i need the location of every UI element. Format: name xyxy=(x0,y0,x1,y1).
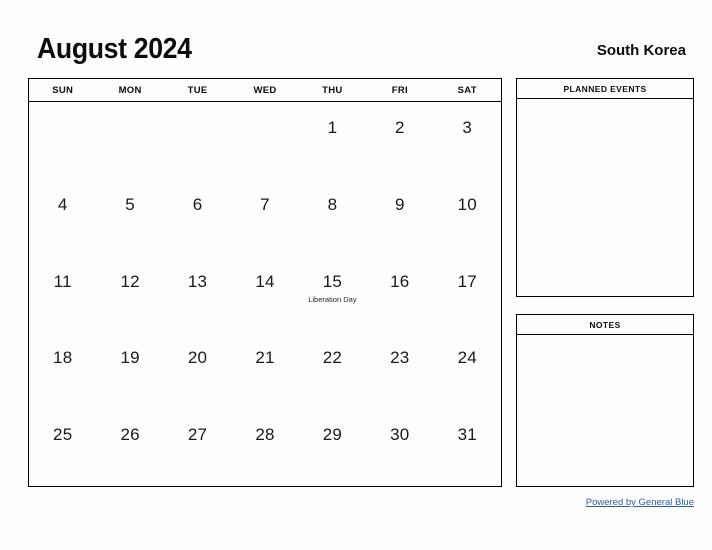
day-cell[interactable]: 29 xyxy=(299,409,366,486)
day-cell[interactable]: 13 xyxy=(164,256,231,333)
planned-events-title: PLANNED EVENTS xyxy=(517,79,693,99)
day-cell[interactable]: 10 xyxy=(434,179,501,256)
day-number: 27 xyxy=(187,425,208,445)
day-cell[interactable]: 20 xyxy=(164,332,231,409)
calendar-page: August 2024 South Korea SUN MON TUE WED THU F… xyxy=(0,0,712,550)
day-cell[interactable]: 14 xyxy=(231,256,298,333)
day-cell[interactable]: 15 Liberation Day xyxy=(299,256,366,333)
day-number: 2 xyxy=(394,118,405,137)
notes-body[interactable] xyxy=(517,335,693,486)
day-number: 23 xyxy=(390,348,410,368)
day-number: 28 xyxy=(255,425,275,445)
day-cell[interactable]: 23 xyxy=(366,332,433,409)
day-number: 5 xyxy=(125,194,135,214)
notes-title: NOTES xyxy=(517,315,693,335)
day-number: 3 xyxy=(462,118,473,137)
notes-panel: NOTES xyxy=(516,314,694,487)
day-cell[interactable]: 1 xyxy=(299,102,366,179)
day-number: 14 xyxy=(255,271,275,291)
week-row: 25 26 27 28 29 30 31 xyxy=(29,409,501,486)
day-number: 19 xyxy=(120,348,140,368)
day-number: 21 xyxy=(255,348,275,368)
region-label: South Korea xyxy=(596,42,686,59)
day-number: 31 xyxy=(457,425,477,445)
day-cell[interactable]: 4 xyxy=(29,179,96,256)
weekday-mon: MON xyxy=(118,84,142,96)
day-cell-empty xyxy=(231,102,298,179)
day-cell[interactable]: 7 xyxy=(231,179,298,256)
day-cell[interactable]: 5 xyxy=(96,179,163,256)
day-number: 15 xyxy=(322,271,343,291)
weekday-sat: SAT xyxy=(457,84,477,96)
day-cell[interactable]: 17 xyxy=(434,256,501,333)
day-number: 30 xyxy=(390,425,410,445)
day-cell[interactable]: 2 xyxy=(366,102,433,179)
day-cell[interactable]: 30 xyxy=(366,409,433,486)
day-number: 24 xyxy=(457,348,477,368)
day-cell[interactable]: 19 xyxy=(96,332,163,409)
week-row: 1 2 3 xyxy=(29,102,501,179)
day-cell-empty xyxy=(29,102,96,179)
weekday-fri: FRI xyxy=(391,84,408,96)
day-number: 11 xyxy=(53,271,72,291)
day-number: 4 xyxy=(57,194,68,214)
day-cell[interactable]: 12 xyxy=(96,256,163,333)
day-number: 20 xyxy=(187,348,208,368)
day-number: 6 xyxy=(192,194,203,214)
day-cell[interactable]: 31 xyxy=(434,409,501,486)
week-row: 4 5 6 7 8 9 10 xyxy=(29,179,501,256)
day-cell[interactable]: 8 xyxy=(299,179,366,256)
page-title: August 2024 xyxy=(37,33,192,65)
day-cell-empty xyxy=(96,102,163,179)
day-event-label: Liberation Day xyxy=(308,294,357,304)
week-row: 18 19 20 21 22 23 24 xyxy=(29,332,501,409)
week-row: 11 12 13 14 15 Liberation Day 16 17 xyxy=(29,256,501,333)
day-number: 8 xyxy=(327,194,338,214)
day-number: 13 xyxy=(187,271,208,291)
day-cell[interactable]: 9 xyxy=(366,179,433,256)
day-cell-empty xyxy=(164,102,231,179)
day-number: 16 xyxy=(390,271,410,291)
day-number: 17 xyxy=(457,271,477,291)
day-cell[interactable]: 25 xyxy=(29,409,96,486)
day-cell[interactable]: 26 xyxy=(96,409,163,486)
day-number: 18 xyxy=(53,348,73,368)
day-cell[interactable]: 27 xyxy=(164,409,231,486)
day-number: 25 xyxy=(53,425,73,445)
weekday-header-row: SUN MON TUE WED THU FRI SAT xyxy=(29,79,501,102)
day-number: 12 xyxy=(120,271,140,291)
day-cell[interactable]: 21 xyxy=(231,332,298,409)
day-number: 9 xyxy=(394,194,405,214)
planned-events-body[interactable] xyxy=(517,99,693,296)
day-number: 26 xyxy=(120,425,140,445)
weekday-thu: THU xyxy=(322,84,343,96)
day-cell[interactable]: 28 xyxy=(231,409,298,486)
day-number: 29 xyxy=(322,425,343,445)
calendar-grid: SUN MON TUE WED THU FRI SAT 1 2 3 4 5 6 7 8 9 10 11 12 13 1… xyxy=(28,78,502,487)
weekday-tue: TUE xyxy=(187,84,208,96)
day-cell[interactable]: 3 xyxy=(434,102,501,179)
day-cell[interactable]: 24 xyxy=(434,332,501,409)
day-number: 1 xyxy=(327,118,338,137)
day-number: 22 xyxy=(322,348,343,368)
day-cell[interactable]: 16 xyxy=(366,256,433,333)
weekday-wed: WED xyxy=(253,84,277,96)
day-number: 10 xyxy=(457,194,477,214)
planned-events-panel: PLANNED EVENTS xyxy=(516,78,694,297)
day-number: 7 xyxy=(260,194,270,214)
calendar-weeks: 1 2 3 4 5 6 7 8 9 10 11 12 13 14 15 Liberation Day 16 17 1… xyxy=(29,102,501,486)
day-cell[interactable]: 22 xyxy=(299,332,366,409)
day-cell[interactable]: 6 xyxy=(164,179,231,256)
weekday-sun: SUN xyxy=(52,84,74,96)
powered-by-link[interactable]: Powered by General Blue xyxy=(586,497,694,509)
day-cell[interactable]: 11 xyxy=(29,256,96,333)
day-cell[interactable]: 18 xyxy=(29,332,96,409)
